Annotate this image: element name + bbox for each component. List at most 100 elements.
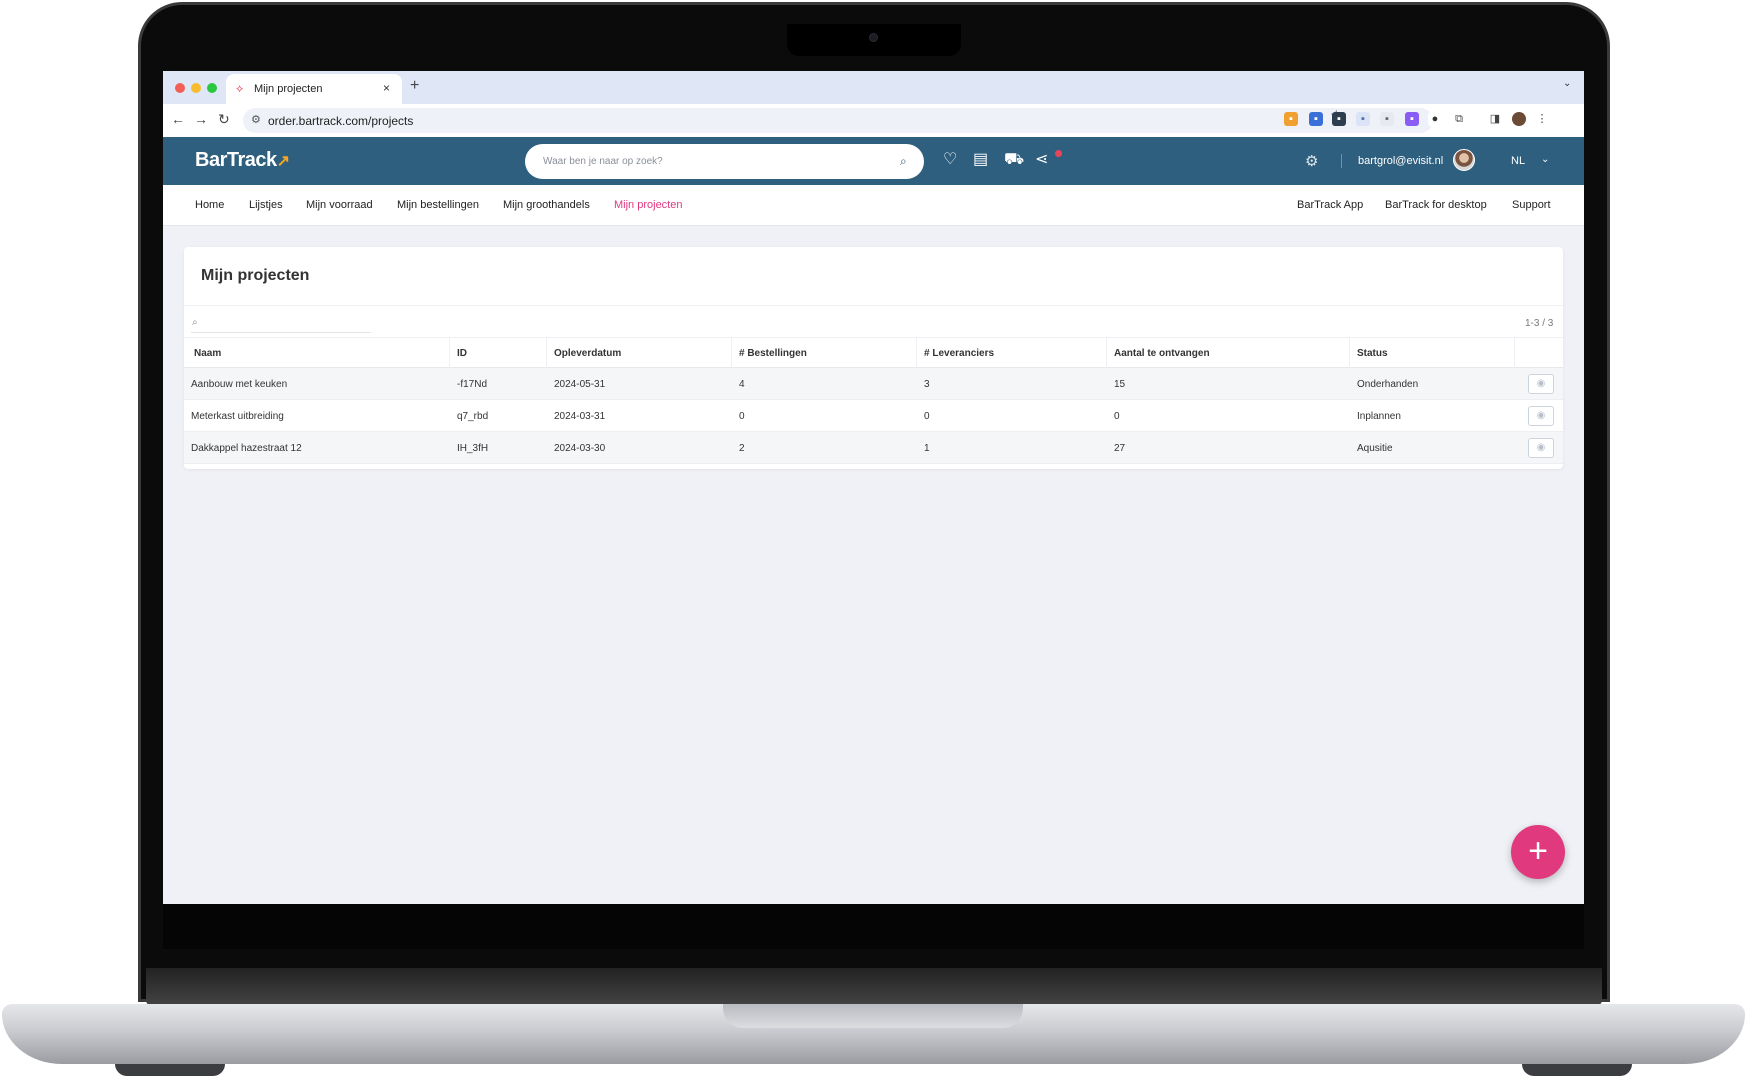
new-tab-button[interactable]: + xyxy=(410,77,419,95)
column-divider xyxy=(1106,338,1107,368)
search-bar[interactable]: Waar ben je naar op zoek? ⌕ xyxy=(525,144,924,179)
cart-icon[interactable]: ⛟ xyxy=(1004,152,1024,168)
site-settings-icon[interactable]: ⚙ xyxy=(251,113,261,126)
eye-icon: ◉ xyxy=(1536,378,1546,389)
share-icon[interactable]: ⋖ xyxy=(1035,152,1048,168)
column-divider xyxy=(1514,338,1515,368)
cell-opleverdatum: 2024-03-31 xyxy=(554,411,606,422)
minimize-window-icon[interactable] xyxy=(191,83,201,93)
cell-bestellingen: 0 xyxy=(739,411,745,422)
chevron-down-icon[interactable]: ⌄ xyxy=(1541,154,1549,165)
logo-mark-icon: ↗ xyxy=(276,153,290,170)
back-arrow-icon[interactable]: ← xyxy=(171,111,185,127)
column-divider xyxy=(449,338,450,368)
cell-aantal: 15 xyxy=(1114,379,1126,390)
column-divider xyxy=(731,338,732,368)
table-row[interactable]: Meterkast uitbreiding q7_rbd 2024-03-31 … xyxy=(184,400,1563,432)
eye-icon: ◉ xyxy=(1536,442,1546,453)
cell-status: Aqusitie xyxy=(1357,443,1393,454)
column-header-aantal-te-ontvangen[interactable]: Aantal te ontvangen xyxy=(1114,348,1210,359)
projects-card: Mijn projecten ⌕ 1-3 / 3 Naam ID Oplever… xyxy=(184,247,1563,469)
extension-icon[interactable]: ▪ xyxy=(1380,112,1394,126)
extension-icon[interactable]: ▪ xyxy=(1405,112,1419,126)
url-text[interactable]: order.bartrack.com/projects xyxy=(268,114,413,128)
cell-bestellingen: 4 xyxy=(739,379,745,390)
search-input[interactable]: Waar ben je naar op zoek? xyxy=(543,156,663,167)
cell-id: q7_rbd xyxy=(457,411,489,422)
language-selector[interactable]: NL xyxy=(1511,155,1525,167)
cell-naam: Aanbouw met keuken xyxy=(191,379,288,390)
view-project-button[interactable]: ◉ xyxy=(1528,438,1554,458)
side-panel-icon[interactable]: ◨ xyxy=(1488,112,1502,126)
view-project-button[interactable]: ◉ xyxy=(1528,406,1554,426)
user-email[interactable]: bartgrol@evisit.nl xyxy=(1358,155,1443,167)
column-header-leveranciers[interactable]: # Leveranciers xyxy=(924,348,994,359)
column-header-id[interactable]: ID xyxy=(457,348,467,359)
extension-icon[interactable]: ▪ xyxy=(1284,112,1298,126)
add-project-button[interactable]: + xyxy=(1511,825,1565,879)
column-header-opleverdatum[interactable]: Opleverdatum xyxy=(554,348,621,359)
nav-item-home[interactable]: Home xyxy=(195,199,224,211)
main-navigation: Home Lijstjes Mijn voorraad Mijn bestell… xyxy=(163,185,1584,226)
archive-icon[interactable]: ▤ xyxy=(973,152,988,168)
laptop-frame: ⟡ Mijn projecten × + ⌄ ← → ↻ ⚙ order.bar… xyxy=(0,0,1747,1080)
table-search-input[interactable]: ⌕ xyxy=(191,315,371,333)
cell-aantal: 0 xyxy=(1114,411,1120,422)
nav-item-bartrack-desktop[interactable]: BarTrack for desktop xyxy=(1385,199,1487,211)
nav-item-mijn-bestellingen[interactable]: Mijn bestellingen xyxy=(397,199,479,211)
cell-leveranciers: 1 xyxy=(924,443,930,454)
nav-item-mijn-voorraad[interactable]: Mijn voorraad xyxy=(306,199,373,211)
nav-item-mijn-projecten[interactable]: Mijn projecten xyxy=(614,199,682,211)
profile-avatar-icon[interactable] xyxy=(1512,112,1526,126)
nav-item-lijstjes[interactable]: Lijstjes xyxy=(249,199,283,211)
address-bar[interactable]: ⚙ order.bartrack.com/projects xyxy=(243,108,1433,133)
browser-toolbar: ← → ↻ ⚙ order.bartrack.com/projects ☆ ▪ … xyxy=(163,104,1584,137)
puzzle-extensions-icon[interactable]: ⧉ xyxy=(1452,112,1466,126)
extension-icon[interactable]: ● xyxy=(1428,112,1442,126)
cell-leveranciers: 0 xyxy=(924,411,930,422)
tab-search-chevron-icon[interactable]: ⌄ xyxy=(1563,78,1571,89)
laptop-foot xyxy=(115,1064,225,1076)
cell-id: IH_3fH xyxy=(457,443,489,454)
laptop-opening-notch xyxy=(723,1004,1023,1028)
nav-item-support[interactable]: Support xyxy=(1512,199,1551,211)
search-icon[interactable]: ⌕ xyxy=(900,154,907,169)
cell-bestellingen: 2 xyxy=(739,443,745,454)
extension-icon[interactable]: ▪ xyxy=(1309,112,1323,126)
cell-naam: Meterkast uitbreiding xyxy=(191,411,284,422)
screen: ⟡ Mijn projecten × + ⌄ ← → ↻ ⚙ order.bar… xyxy=(163,71,1584,904)
avatar[interactable] xyxy=(1453,149,1475,171)
extension-icon[interactable]: ▪ xyxy=(1356,112,1370,126)
forward-arrow-icon[interactable]: → xyxy=(194,111,208,127)
column-divider xyxy=(546,338,547,368)
heart-icon[interactable]: ♡ xyxy=(943,152,957,168)
eye-icon: ◉ xyxy=(1536,410,1546,421)
close-window-icon[interactable] xyxy=(175,83,185,93)
column-header-status[interactable]: Status xyxy=(1357,348,1388,359)
app-header: BarTrack↗ Waar ben je naar op zoek? ⌕ ♡ … xyxy=(163,137,1584,185)
nav-item-bartrack-app[interactable]: BarTrack App xyxy=(1297,199,1363,211)
table-header: Naam ID Opleverdatum # Bestellingen # Le… xyxy=(184,337,1563,368)
tab-close-icon[interactable]: × xyxy=(383,81,390,95)
table-row[interactable]: Aanbouw met keuken -f17Nd 2024-05-31 4 3… xyxy=(184,368,1563,400)
cell-leveranciers: 3 xyxy=(924,379,930,390)
bartrack-logo[interactable]: BarTrack↗ xyxy=(195,149,290,172)
column-header-bestellingen[interactable]: # Bestellingen xyxy=(739,348,807,359)
view-project-button[interactable]: ◉ xyxy=(1528,374,1554,394)
laptop-hinge xyxy=(146,968,1602,1006)
search-icon: ⌕ xyxy=(192,317,198,328)
page-title: Mijn projecten xyxy=(201,267,310,284)
reload-icon[interactable]: ↻ xyxy=(218,111,230,128)
more-menu-icon[interactable]: ⋮ xyxy=(1535,112,1549,126)
maximize-window-icon[interactable] xyxy=(207,83,217,93)
extension-icon[interactable]: ▪ xyxy=(1332,112,1346,126)
cell-id: -f17Nd xyxy=(457,379,488,390)
gear-icon[interactable]: ⚙ xyxy=(1305,152,1318,170)
column-header-naam[interactable]: Naam xyxy=(194,348,221,359)
header-divider xyxy=(1341,154,1342,168)
cell-naam: Dakkappel hazestraat 12 xyxy=(191,443,302,454)
browser-tab[interactable]: ⟡ Mijn projecten × xyxy=(226,74,402,104)
table-row[interactable]: Dakkappel hazestraat 12 IH_3fH 2024-03-3… xyxy=(184,432,1563,464)
browser-tab-bar: ⟡ Mijn projecten × + ⌄ xyxy=(163,71,1584,104)
nav-item-mijn-groothandels[interactable]: Mijn groothandels xyxy=(503,199,590,211)
